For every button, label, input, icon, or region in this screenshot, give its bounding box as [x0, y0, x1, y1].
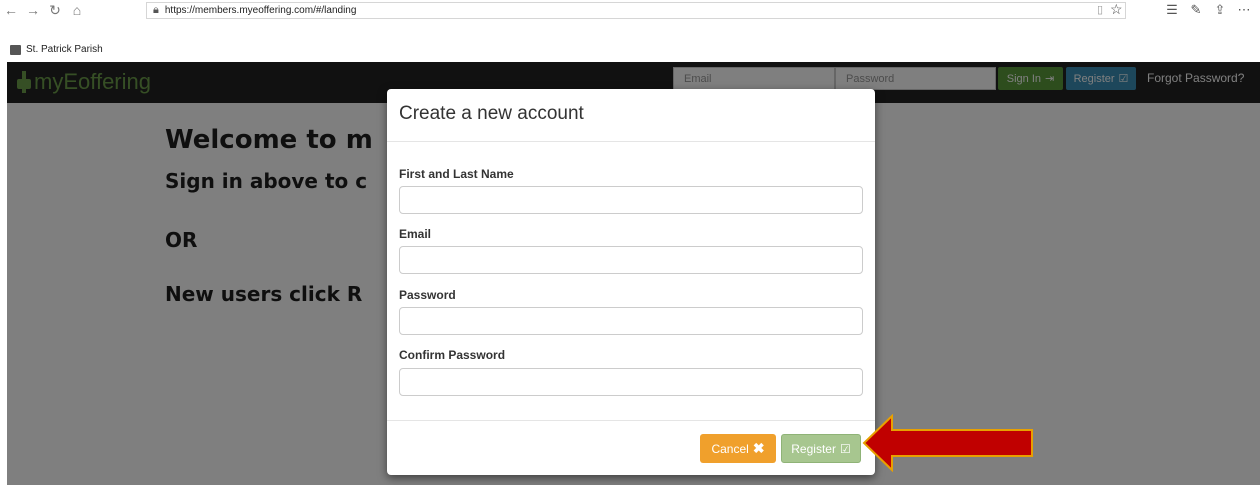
register-label: Register [791, 441, 836, 456]
modal-title: Create a new account [387, 89, 875, 142]
back-icon[interactable]: ← [0, 0, 22, 20]
confirm-password-label: Confirm Password [399, 348, 506, 362]
modal-footer: Cancel ✖ Register ☑ [387, 420, 875, 475]
bookmark-label: St. Patrick Parish [26, 44, 103, 55]
forward-icon[interactable]: → [22, 0, 44, 20]
register-check-icon: ☑ [839, 441, 851, 456]
lock-icon: 🔒︎ [153, 4, 159, 16]
reading-view-icon[interactable]: ▯ [1097, 3, 1103, 16]
cancel-button[interactable]: Cancel ✖ [700, 434, 776, 463]
name-field[interactable] [399, 186, 863, 214]
close-icon: ✖ [752, 440, 765, 456]
bookmark-icon [10, 44, 21, 55]
name-label: First and Last Name [399, 167, 514, 181]
home-icon[interactable]: ⌂ [66, 0, 88, 20]
email-field[interactable] [399, 246, 863, 274]
register-button[interactable]: Register ☑ [781, 434, 861, 463]
favorites-list-icon[interactable]: ☰ [1160, 2, 1184, 18]
more-icon[interactable]: ⋯ [1232, 2, 1256, 18]
bookmark-st-patrick[interactable]: St. Patrick Parish [10, 44, 103, 55]
address-bar[interactable]: 🔒︎ https://members.myeoffering.com/#/lan… [146, 2, 1126, 19]
password-label: Password [399, 288, 456, 302]
confirm-password-field[interactable] [399, 368, 863, 396]
pen-icon[interactable]: ✎ [1184, 2, 1208, 18]
cancel-label: Cancel [711, 441, 749, 456]
refresh-icon[interactable]: ↻ [44, 0, 66, 20]
favorite-star-icon[interactable]: ☆ [1110, 1, 1123, 18]
email-label: Email [399, 227, 432, 241]
password-field[interactable] [399, 307, 863, 335]
create-account-modal: Create a new account First and Last Name… [387, 89, 875, 475]
share-icon[interactable]: ⇪ [1208, 2, 1232, 18]
annotation-arrow [862, 414, 1033, 472]
url-text: https://members.myeoffering.com/#/landin… [164, 5, 357, 16]
